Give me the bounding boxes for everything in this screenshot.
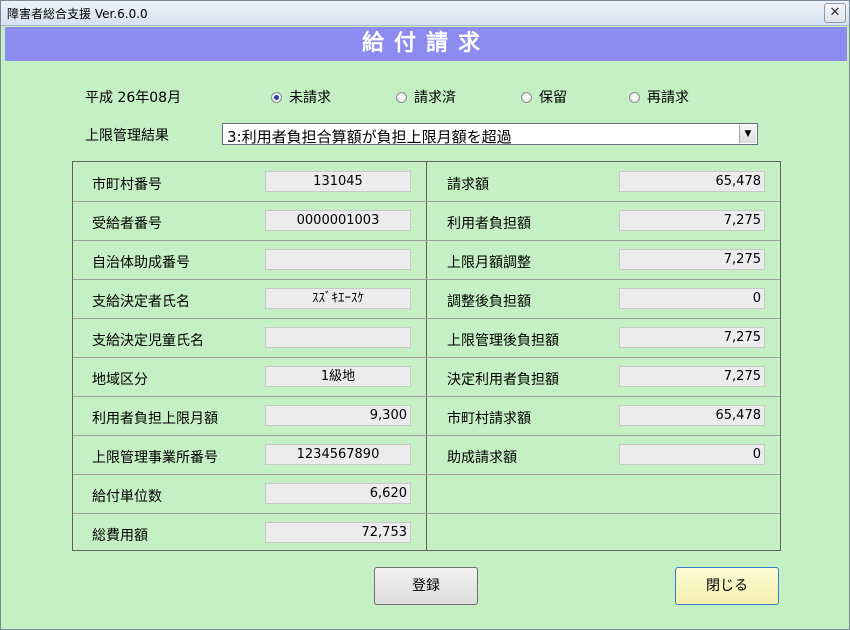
window-title: 障害者総合支援 Ver.6.0.0 bbox=[7, 7, 148, 21]
period-label: 平成 26年08月 bbox=[85, 90, 182, 106]
post-limit-burden-label: 上限管理後負担額 bbox=[447, 333, 559, 349]
radio-hold-icon[interactable] bbox=[521, 91, 532, 103]
user-burden-amount-label: 利用者負担額 bbox=[447, 216, 531, 232]
radio-unbilled-label: 未請求 bbox=[289, 90, 331, 106]
row-divider bbox=[73, 435, 780, 436]
municipality-billing-label: 市町村請求額 bbox=[447, 411, 531, 427]
area-category-label: 地域区分 bbox=[92, 372, 148, 388]
area-category-field[interactable]: 1級地 bbox=[265, 366, 411, 387]
benefit-units-field[interactable]: 6,620 bbox=[265, 483, 411, 504]
billing-amount-label: 請求額 bbox=[447, 177, 489, 193]
limit-office-number-field[interactable]: 1234567890 bbox=[265, 444, 411, 465]
recipient-number-label: 受給者番号 bbox=[92, 216, 162, 232]
dropdown-arrow-icon[interactable]: ▼ bbox=[739, 125, 756, 143]
adjusted-burden-label: 調整後負担額 bbox=[447, 294, 531, 310]
close-icon[interactable]: ✕ bbox=[824, 3, 846, 23]
app-window: 障害者総合支援 Ver.6.0.0 ✕ 給付請求 平成 26年08月 未請求 請… bbox=[0, 0, 850, 630]
subsidy-billing-label: 助成請求額 bbox=[447, 450, 517, 466]
municipality-number-field[interactable]: 131045 bbox=[265, 171, 411, 192]
recipient-number-field[interactable]: 0000001003 bbox=[265, 210, 411, 231]
billing-amount-field[interactable]: 65,478 bbox=[619, 171, 765, 192]
radio-rebill[interactable]: 再請求 bbox=[629, 87, 689, 107]
local-subsidy-number-label: 自治体助成番号 bbox=[92, 255, 190, 271]
radio-billed-icon[interactable] bbox=[396, 91, 407, 103]
grid-divider bbox=[426, 161, 427, 551]
close-button[interactable]: 閉じる bbox=[675, 567, 779, 605]
subsidy-billing-field[interactable]: 0 bbox=[619, 444, 765, 465]
radio-hold[interactable]: 保留 bbox=[521, 87, 567, 107]
benefit-units-label: 給付単位数 bbox=[92, 489, 162, 505]
municipality-number-label: 市町村番号 bbox=[92, 177, 162, 193]
register-button[interactable]: 登録 bbox=[374, 567, 478, 605]
row-divider bbox=[73, 396, 780, 397]
radio-rebill-label: 再請求 bbox=[647, 90, 689, 106]
user-burden-limit-label: 利用者負担上限月額 bbox=[92, 411, 218, 427]
limit-result-label: 上限管理結果 bbox=[85, 128, 169, 144]
total-cost-label: 総費用額 bbox=[92, 528, 148, 544]
row-divider bbox=[73, 240, 780, 241]
limit-office-number-label: 上限管理事業所番号 bbox=[92, 450, 218, 466]
radio-hold-label: 保留 bbox=[539, 90, 567, 106]
decision-child-name-label: 支給決定児童氏名 bbox=[92, 333, 204, 349]
row-divider bbox=[73, 279, 780, 280]
post-limit-burden-field[interactable]: 7,275 bbox=[619, 327, 765, 348]
decision-holder-name-label: 支給決定者氏名 bbox=[92, 294, 190, 310]
title-bar: 障害者総合支援 Ver.6.0.0 ✕ bbox=[1, 1, 849, 26]
limit-result-value: 3:利用者負担合算額が負担上限月額を超過 bbox=[227, 128, 512, 146]
user-burden-limit-field[interactable]: 9,300 bbox=[265, 405, 411, 426]
decision-holder-name-field[interactable]: ｽｽﾞｷｴｰｽｹ bbox=[265, 288, 411, 309]
user-burden-amount-field[interactable]: 7,275 bbox=[619, 210, 765, 231]
radio-unbilled-icon[interactable] bbox=[271, 91, 282, 103]
radio-rebill-icon[interactable] bbox=[629, 91, 640, 103]
radio-unbilled[interactable]: 未請求 bbox=[271, 87, 331, 107]
decision-child-name-field[interactable] bbox=[265, 327, 411, 348]
radio-billed-label: 請求済 bbox=[414, 90, 456, 106]
radio-billed[interactable]: 請求済 bbox=[396, 87, 456, 107]
row-divider bbox=[73, 201, 780, 202]
total-cost-field[interactable]: 72,753 bbox=[265, 522, 411, 543]
page-title: 給付請求 bbox=[5, 27, 847, 61]
decided-user-burden-field[interactable]: 7,275 bbox=[619, 366, 765, 387]
adjusted-burden-field[interactable]: 0 bbox=[619, 288, 765, 309]
decided-user-burden-label: 決定利用者負担額 bbox=[447, 372, 559, 388]
limit-result-select[interactable]: 3:利用者負担合算額が負担上限月額を超過 ▼ bbox=[222, 123, 758, 146]
monthly-limit-adjustment-label: 上限月額調整 bbox=[447, 255, 531, 271]
row-divider bbox=[73, 474, 780, 475]
row-divider bbox=[73, 318, 780, 319]
monthly-limit-adjustment-field[interactable]: 7,275 bbox=[619, 249, 765, 270]
row-divider bbox=[73, 513, 780, 514]
municipality-billing-field[interactable]: 65,478 bbox=[619, 405, 765, 426]
local-subsidy-number-field[interactable] bbox=[265, 249, 411, 270]
row-divider bbox=[73, 357, 780, 358]
